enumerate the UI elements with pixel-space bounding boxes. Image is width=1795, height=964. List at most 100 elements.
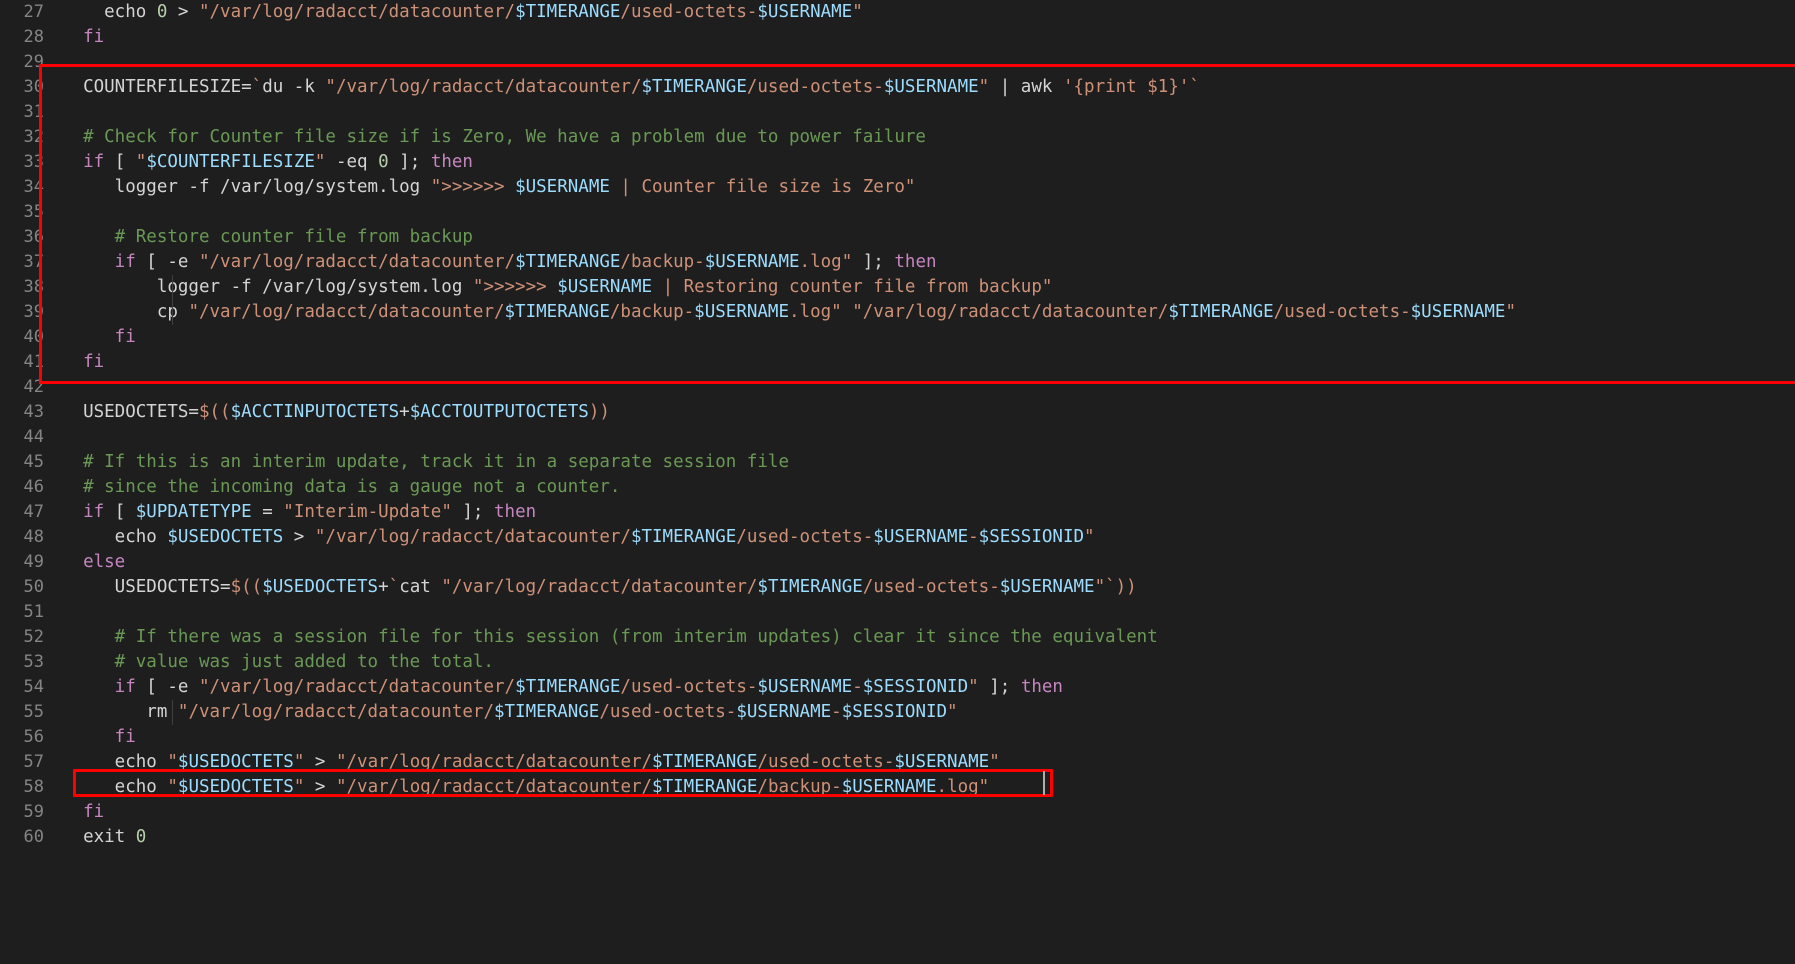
token-plain: [ -e	[135, 677, 199, 697]
code-line[interactable]: 45 # If this is an interim update, track…	[0, 450, 1795, 475]
code-line[interactable]: 34 logger -f /var/log/system.log ">>>>>>…	[0, 175, 1795, 200]
token-kw: fi	[62, 27, 105, 47]
code-line[interactable]: 44	[0, 425, 1795, 450]
code-text[interactable]: echo "$USEDOCTETS" > "/var/log/radacct/d…	[44, 750, 1795, 775]
token-str: "	[1505, 302, 1517, 322]
token-str: "/var/log/radacct/datacounter/	[188, 302, 505, 322]
token-str: "/var/log/radacct/datacounter/	[198, 252, 516, 272]
token-str: | Counter file size is Zero"	[609, 177, 916, 197]
token-plain: du -k	[262, 77, 326, 97]
code-editor[interactable]: 27 echo 0 > "/var/log/radacct/datacounte…	[0, 0, 1795, 964]
token-var: $USERNAME	[557, 277, 653, 297]
token-str: "	[135, 152, 147, 172]
code-line[interactable]: 55 rm "/var/log/radacct/datacounter/$TIM…	[0, 700, 1795, 725]
line-number: 39	[23, 302, 44, 322]
token-str: "	[947, 702, 958, 722]
code-text[interactable]: fi	[44, 25, 1795, 50]
code-line[interactable]: 54 if [ -e "/var/log/radacct/datacounter…	[0, 675, 1795, 700]
code-line[interactable]: 51	[0, 600, 1795, 625]
line-number: 48	[23, 527, 44, 547]
code-text[interactable]: # since the incoming data is a gauge not…	[44, 475, 1795, 500]
code-text[interactable]: echo 0 > "/var/log/radacct/datacounter/$…	[44, 0, 1795, 25]
code-line[interactable]: 42	[0, 375, 1795, 400]
token-str: "/var/log/radacct/datacounter/	[325, 77, 642, 97]
code-text[interactable]: fi	[44, 325, 1795, 350]
line-number: 47	[23, 502, 44, 522]
token-plain: >	[304, 752, 336, 772]
token-plain: exit	[62, 827, 136, 847]
code-line[interactable]: 52 # If there was a session file for thi…	[0, 625, 1795, 650]
token-num: 0	[378, 152, 389, 172]
code-text[interactable]: if [ -e "/var/log/radacct/datacounter/$T…	[44, 250, 1795, 275]
line-number: 49	[23, 552, 44, 572]
code-line[interactable]: 47 if [ $UPDATETYPE = "Interim-Update" ]…	[0, 500, 1795, 525]
token-str: /used-octets-	[757, 752, 895, 772]
code-line[interactable]: 29	[0, 50, 1795, 75]
token-var: $TIMERANGE	[641, 77, 747, 97]
code-line[interactable]: 46 # since the incoming data is a gauge …	[0, 475, 1795, 500]
token-str: "	[852, 2, 863, 22]
token-var: $USERNAME	[757, 2, 853, 22]
token-str: "/var/log/radacct/datacounter/	[198, 677, 516, 697]
token-plain: echo	[62, 752, 168, 772]
code-line[interactable]: 27 echo 0 > "/var/log/radacct/datacounte…	[0, 0, 1795, 25]
token-str: '{print $1}'`	[1062, 77, 1200, 97]
code-text[interactable]: fi	[44, 350, 1795, 375]
code-text[interactable]: if [ -e "/var/log/radacct/datacounter/$T…	[44, 675, 1795, 700]
code-line[interactable]: 40 fi	[0, 325, 1795, 350]
code-line[interactable]: 53 # value was just added to the total.	[0, 650, 1795, 675]
token-str: "/var/log/radacct/datacounter/	[335, 752, 653, 772]
token-kw: else	[62, 552, 126, 572]
code-line[interactable]: 35	[0, 200, 1795, 225]
code-line[interactable]: 31	[0, 100, 1795, 125]
code-text[interactable]: echo "$USEDOCTETS" > "/var/log/radacct/d…	[44, 775, 1795, 800]
token-kw: if	[62, 252, 136, 272]
code-line[interactable]: 30 COUNTERFILESIZE=`du -k "/var/log/rada…	[0, 75, 1795, 100]
code-line[interactable]: 49 else	[0, 550, 1795, 575]
token-str: ))	[588, 402, 610, 422]
token-str: .log"	[789, 302, 842, 322]
code-text[interactable]: COUNTERFILESIZE=`du -k "/var/log/radacct…	[44, 75, 1795, 100]
code-line[interactable]: 59 fi	[0, 800, 1795, 825]
code-line[interactable]: 32 # Check for Counter file size if is Z…	[0, 125, 1795, 150]
code-text[interactable]: echo $USEDOCTETS > "/var/log/radacct/dat…	[44, 525, 1795, 550]
code-line[interactable]: 33 if [ "$COUNTERFILESIZE" -eq 0 ]; then	[0, 150, 1795, 175]
code-line[interactable]: 57 echo "$USEDOCTETS" > "/var/log/radacc…	[0, 750, 1795, 775]
code-text[interactable]: logger -f /var/log/system.log ">>>>>> $U…	[44, 175, 1795, 200]
token-var: $TIMERANGE	[504, 302, 610, 322]
token-str: "/var/log/radacct/datacounter/	[852, 302, 1169, 322]
code-line[interactable]: 38 logger -f /var/log/system.log ">>>>>>…	[0, 275, 1795, 300]
code-text[interactable]: if [ "$COUNTERFILESIZE" -eq 0 ]; then	[44, 150, 1795, 175]
code-text[interactable]: if [ $UPDATETYPE = "Interim-Update" ]; t…	[44, 500, 1795, 525]
code-text[interactable]: # value was just added to the total.	[44, 650, 1795, 675]
code-text[interactable]: # If this is an interim update, track it…	[44, 450, 1795, 475]
code-line[interactable]: 37 if [ -e "/var/log/radacct/datacounter…	[0, 250, 1795, 275]
code-line[interactable]: 36 # Restore counter file from backup	[0, 225, 1795, 250]
code-text[interactable]: USEDOCTETS=$(($ACCTINPUTOCTETS+$ACCTOUTP…	[44, 400, 1795, 425]
code-line[interactable]: 48 echo $USEDOCTETS > "/var/log/radacct/…	[0, 525, 1795, 550]
token-kw: then	[430, 152, 473, 172]
indent-guide	[172, 275, 173, 300]
code-text[interactable]: logger -f /var/log/system.log ">>>>>> $U…	[44, 275, 1795, 300]
code-text[interactable]: USEDOCTETS=$(($USEDOCTETS+`cat "/var/log…	[44, 575, 1795, 600]
code-text[interactable]: rm "/var/log/radacct/datacounter/$TIMERA…	[44, 700, 1795, 725]
code-line[interactable]: 39 cp "/var/log/radacct/datacounter/$TIM…	[0, 300, 1795, 325]
token-var: $USERNAME	[757, 677, 853, 697]
token-str: /backup-	[620, 252, 705, 272]
code-text[interactable]: cp "/var/log/radacct/datacounter/$TIMERA…	[44, 300, 1795, 325]
code-line[interactable]: 43 USEDOCTETS=$(($ACCTINPUTOCTETS+$ACCTO…	[0, 400, 1795, 425]
code-line[interactable]: 58 echo "$USEDOCTETS" > "/var/log/radacc…	[0, 775, 1795, 800]
code-text[interactable]: fi	[44, 725, 1795, 750]
code-text[interactable]: # If there was a session file for this s…	[44, 625, 1795, 650]
code-line[interactable]: 28 fi	[0, 25, 1795, 50]
code-text[interactable]: exit 0	[44, 825, 1795, 850]
token-str: "	[293, 777, 305, 797]
code-text[interactable]: else	[44, 550, 1795, 575]
code-text[interactable]: fi	[44, 800, 1795, 825]
code-line[interactable]: 60 exit 0	[0, 825, 1795, 850]
code-line[interactable]: 41 fi	[0, 350, 1795, 375]
code-text[interactable]: # Check for Counter file size if is Zero…	[44, 125, 1795, 150]
code-text[interactable]: # Restore counter file from backup	[44, 225, 1795, 250]
code-line[interactable]: 50 USEDOCTETS=$(($USEDOCTETS+`cat "/var/…	[0, 575, 1795, 600]
code-line[interactable]: 56 fi	[0, 725, 1795, 750]
